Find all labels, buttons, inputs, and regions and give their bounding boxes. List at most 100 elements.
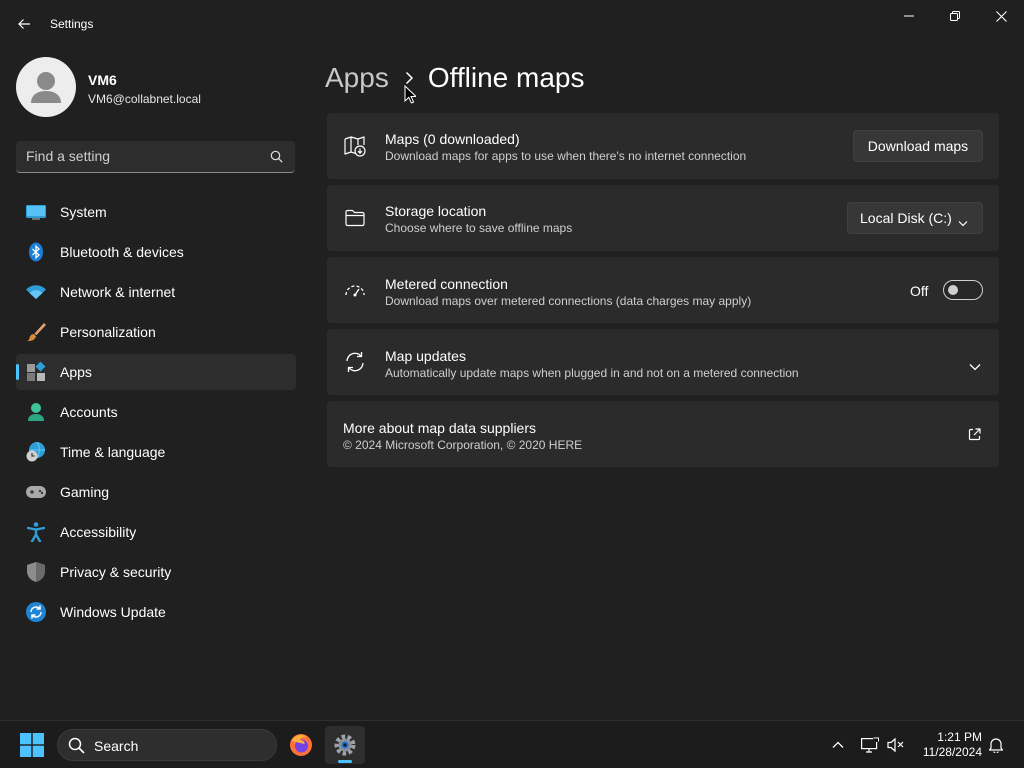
map-updates-description: Automatically update maps when plugged i… [385, 366, 799, 380]
apps-icon [26, 362, 46, 382]
storage-location-description: Choose where to save offline maps [385, 221, 573, 235]
sidebar-item-label: Time & language [60, 444, 166, 460]
maps-card: Maps (0 downloaded) Download maps for ap… [327, 113, 999, 179]
search-icon [270, 150, 283, 168]
brush-icon [26, 322, 46, 342]
metered-connection-toggle[interactable] [943, 280, 983, 300]
sidebar-item-gaming[interactable]: Gaming [16, 474, 296, 510]
sidebar-item-label: Personalization [60, 324, 156, 340]
minimize-button[interactable] [886, 0, 932, 32]
maps-title: Maps (0 downloaded) [385, 131, 520, 147]
maps-description: Download maps for apps to use when there… [385, 149, 747, 163]
suppliers-copyright: © 2024 Microsoft Corporation, © 2020 HER… [343, 438, 583, 452]
storage-location-title: Storage location [385, 203, 487, 219]
metered-connection-card: Metered connection Download maps over me… [327, 257, 999, 323]
breadcrumb: Apps Offline maps [325, 58, 585, 98]
sidebar-item-label: Accessibility [60, 524, 137, 540]
avatar-person-icon [31, 72, 61, 103]
speaker-muted-icon[interactable] [886, 735, 906, 755]
search-icon [68, 737, 85, 759]
firefox-icon [290, 734, 312, 756]
folder-icon [343, 206, 367, 230]
notification-bell-icon[interactable] [986, 735, 1006, 755]
download-maps-button[interactable]: Download maps [853, 130, 983, 162]
taskbar: Search 1:21 PM 11/28/2024 [0, 720, 1024, 768]
clock-time: 1:21 PM [937, 730, 982, 744]
map-updates-card[interactable]: Map updates Automatically update maps wh… [327, 329, 999, 395]
user-email: VM6@collabnet.local [88, 92, 201, 106]
sidebar-item-label: Bluetooth & devices [60, 244, 184, 260]
network-monitor-icon[interactable] [860, 735, 880, 755]
back-arrow-icon [18, 19, 30, 29]
sidebar-item-windows-update[interactable]: Windows Update [16, 594, 296, 630]
search-input[interactable] [26, 148, 256, 164]
app-title: Settings [50, 17, 94, 31]
sidebar-item-label: System [60, 204, 107, 220]
person-icon [26, 402, 46, 422]
sidebar-nav: System Bluetooth & devices Network & int… [16, 194, 296, 634]
chevron-down-icon [958, 214, 968, 230]
clock-date: 11/28/2024 [922, 745, 982, 759]
restore-icon [950, 11, 960, 21]
sync-icon [343, 350, 367, 374]
bluetooth-icon [26, 242, 46, 262]
avatar [16, 57, 76, 117]
update-icon [26, 602, 46, 622]
sidebar-item-label: Windows Update [60, 604, 166, 620]
gamepad-icon [26, 482, 46, 502]
dropdown-selected-value: Local Disk (C:) [860, 210, 952, 226]
chevron-up-icon[interactable] [828, 735, 848, 755]
metered-connection-description: Download maps over metered connections (… [385, 294, 752, 308]
user-name: VM6 [88, 72, 117, 88]
sidebar-item-bluetooth[interactable]: Bluetooth & devices [16, 234, 296, 270]
breadcrumb-apps-link[interactable]: Apps [325, 62, 389, 94]
map-download-icon [343, 134, 367, 158]
taskbar-settings[interactable] [325, 726, 365, 764]
sidebar-item-personalization[interactable]: Personalization [16, 314, 296, 350]
system-clock[interactable]: 1:21 PM 11/28/2024 [910, 730, 982, 760]
storage-location-card: Storage location Choose where to save of… [327, 185, 999, 251]
sidebar-item-label: Network & internet [60, 284, 176, 300]
user-profile[interactable]: VM6 VM6@collabnet.local [16, 57, 296, 117]
taskbar-firefox[interactable] [281, 726, 321, 764]
storage-location-dropdown[interactable]: Local Disk (C:) [847, 202, 983, 234]
sidebar-item-network[interactable]: Network & internet [16, 274, 296, 310]
map-updates-title: Map updates [385, 348, 466, 364]
minimize-icon [904, 15, 914, 17]
start-button[interactable] [16, 733, 48, 757]
sidebar-item-label: Privacy & security [60, 564, 172, 580]
sidebar-item-label: Accounts [60, 404, 118, 420]
sidebar-item-apps[interactable]: Apps [16, 354, 296, 390]
chevron-right-icon [405, 71, 414, 85]
accessibility-icon [26, 522, 46, 542]
restore-button[interactable] [932, 0, 978, 32]
close-button[interactable] [978, 0, 1024, 32]
wifi-icon [26, 282, 46, 302]
globe-clock-icon [26, 442, 46, 462]
open-external-icon[interactable] [968, 428, 981, 446]
windows-logo-icon [20, 733, 44, 757]
map-data-suppliers-link[interactable]: More about map data suppliers © 2024 Mic… [327, 401, 999, 467]
metered-toggle-state: Off [910, 283, 929, 299]
gear-icon [334, 734, 356, 756]
toggle-knob [948, 285, 958, 295]
sidebar-item-time-language[interactable]: Time & language [16, 434, 296, 470]
sidebar-item-system[interactable]: System [16, 194, 296, 230]
back-button[interactable] [8, 10, 40, 38]
sidebar-item-accessibility[interactable]: Accessibility [16, 514, 296, 550]
find-setting-search[interactable] [16, 141, 295, 173]
metered-connection-title: Metered connection [385, 276, 508, 292]
title-bar: Settings [0, 0, 1024, 48]
sidebar-item-accounts[interactable]: Accounts [16, 394, 296, 430]
page-title: Offline maps [427, 62, 585, 93]
sidebar-item-label: Apps [60, 364, 92, 380]
sidebar-item-privacy-security[interactable]: Privacy & security [16, 554, 296, 590]
suppliers-title: More about map data suppliers [343, 420, 536, 436]
chevron-down-icon[interactable] [969, 358, 981, 376]
taskbar-search[interactable]: Search [57, 729, 277, 761]
mouse-cursor-icon [404, 85, 416, 104]
shield-icon [26, 562, 46, 582]
metered-gauge-icon [343, 278, 367, 302]
monitor-icon [26, 202, 46, 222]
sidebar-item-label: Gaming [60, 484, 110, 500]
